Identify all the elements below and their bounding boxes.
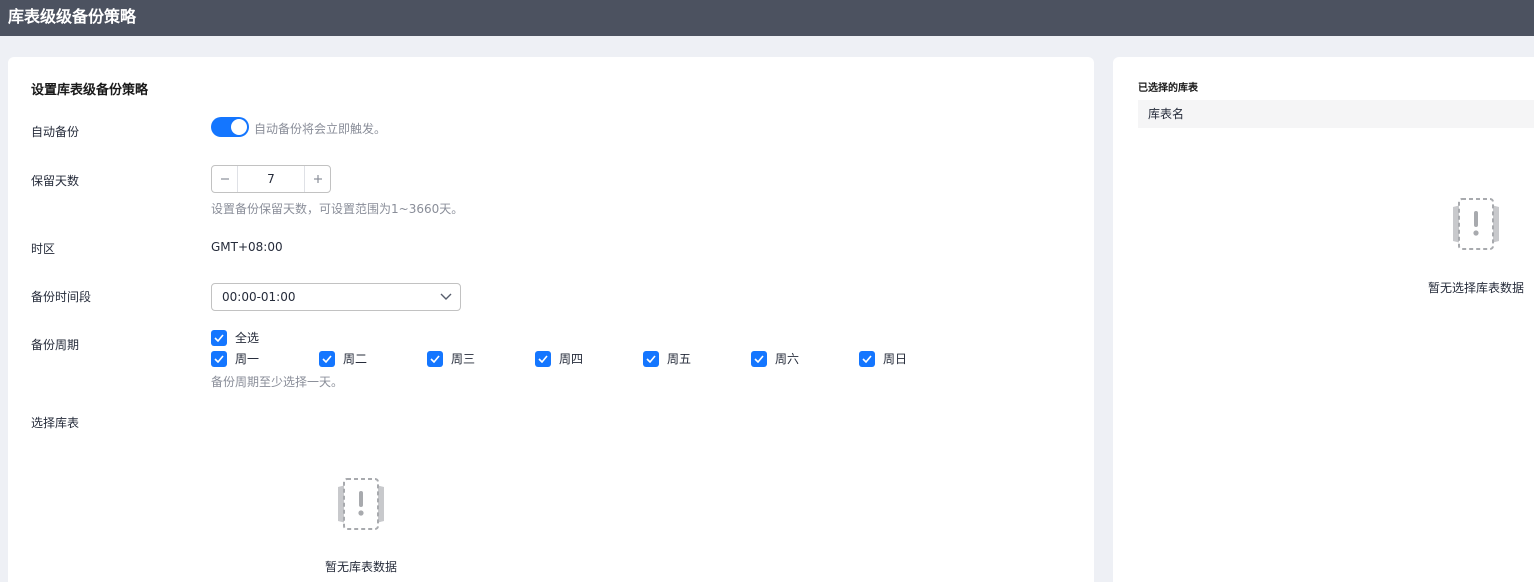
plus-icon [313,175,322,183]
selected-tables-panel: 已选择的库表 库表名 暂无选择库表数据 [1113,57,1534,582]
day-label: 周三 [451,352,476,366]
check-icon [751,350,767,367]
empty-data-icon [1453,198,1499,250]
selected-tables-title: 已选择的库表 [1138,83,1198,94]
backup-policy-panel: 设置库表级备份策略 自动备份 自动备份将会立即触发。 保留天数 7 设置备份保留… [8,57,1094,582]
empty-selected-text: 暂无选择库表数据 [1428,281,1525,295]
toggle-knob [231,119,247,135]
retention-stepper: 7 [211,165,331,193]
cycle-label: 备份周期 [31,338,80,352]
day-label: 周一 [235,352,260,366]
cycle-hint: 备份周期至少选择一天。 [211,375,344,389]
table-name-column-header: 库表名 [1138,100,1534,128]
checkbox-friday[interactable]: 周五 [643,350,691,367]
increment-button[interactable] [304,166,330,192]
check-icon [643,350,659,367]
auto-backup-label: 自动备份 [31,125,80,139]
empty-data-icon [338,478,384,530]
check-icon [535,350,551,367]
section-title: 设置库表级备份策略 [31,83,149,98]
checkbox-saturday[interactable]: 周六 [751,350,799,367]
day-label: 周日 [883,352,908,366]
day-label: 周二 [343,352,368,366]
day-label: 周四 [559,352,584,366]
empty-tables-text: 暂无库表数据 [325,560,398,574]
chevron-down-icon [432,293,460,301]
select-all-checkbox[interactable]: 全选 [211,329,259,346]
checkbox-sunday[interactable]: 周日 [859,350,907,367]
decrement-button[interactable] [212,166,238,192]
checkbox-thursday[interactable]: 周四 [535,350,583,367]
day-label: 周六 [775,352,800,366]
time-window-value: 00:00-01:00 [222,290,296,304]
minus-icon [220,178,229,180]
day-label: 周五 [667,352,692,366]
check-icon [319,350,335,367]
checkbox-monday[interactable]: 周一 [211,350,259,367]
time-window-select[interactable]: 00:00-01:00 [211,283,461,311]
auto-backup-hint: 自动备份将会立即触发。 [254,122,387,136]
retention-label: 保留天数 [31,174,80,188]
select-tables-label: 选择库表 [31,416,80,430]
check-icon [211,329,227,346]
select-all-label: 全选 [235,331,260,345]
retention-input[interactable]: 7 [238,172,304,186]
timezone-value: GMT+08:00 [211,240,283,254]
check-icon [859,350,875,367]
check-icon [211,350,227,367]
checkbox-wednesday[interactable]: 周三 [427,350,475,367]
retention-hint: 设置备份保留天数，可设置范围为1~3660天。 [211,202,464,216]
check-icon [427,350,443,367]
checkbox-tuesday[interactable]: 周二 [319,350,367,367]
timezone-label: 时区 [31,242,56,256]
page-title: 库表级级备份策略 [0,0,1534,36]
auto-backup-toggle[interactable] [211,117,249,137]
time-window-label: 备份时间段 [31,290,92,304]
